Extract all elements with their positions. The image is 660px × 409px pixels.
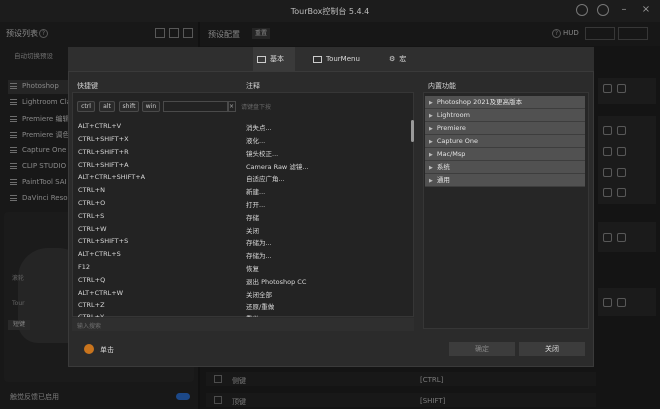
shortcut-row[interactable]: ALT+CTRL+W 关闭全部 bbox=[72, 287, 410, 300]
builtin-item-photoshop[interactable]: ▶ Photoshop 2021及更高版本 bbox=[425, 96, 585, 109]
shortcut-search-field[interactable] bbox=[72, 318, 414, 331]
menu-icon bbox=[313, 55, 322, 63]
minimize-button[interactable]: – bbox=[617, 3, 631, 17]
shortcut-list-scrollbar[interactable] bbox=[411, 120, 414, 142]
modifier-shift-button[interactable]: shift bbox=[119, 101, 139, 112]
close-button[interactable]: 关闭 bbox=[519, 342, 585, 356]
shortcut-row[interactable]: CTRL+Q 退出 Photoshop CC bbox=[72, 274, 410, 287]
builtin-item-capture-one[interactable]: ▶ Capture One bbox=[425, 135, 585, 148]
expand-arrow-icon: ▶ bbox=[429, 152, 433, 158]
shortcut-row[interactable]: F12 恢复 bbox=[72, 261, 410, 274]
modifier-alt-button[interactable]: alt bbox=[99, 101, 115, 112]
expand-arrow-icon: ▶ bbox=[429, 139, 433, 145]
column-header-shortcut: 快捷键 bbox=[77, 82, 98, 90]
column-header-note: 注释 bbox=[246, 82, 260, 90]
builtin-item-system[interactable]: ▶ 系统 bbox=[425, 161, 585, 174]
shortcut-row[interactable]: CTRL+Y重做 bbox=[72, 311, 410, 317]
settings-icon[interactable] bbox=[576, 4, 588, 16]
tab-tourmenu[interactable]: TourMenu bbox=[309, 47, 365, 72]
expand-arrow-icon: ▶ bbox=[429, 165, 433, 171]
expand-arrow-icon: ▶ bbox=[429, 126, 433, 132]
tab-macro[interactable]: ⚙ 宏 bbox=[385, 47, 415, 72]
key-capture-hint: 请键盘下按 bbox=[241, 104, 272, 111]
expand-arrow-icon: ▶ bbox=[429, 178, 433, 184]
shortcut-row[interactable]: CTRL+SHIFT+S 存储为... bbox=[72, 235, 410, 248]
clear-key-button[interactable]: × bbox=[227, 101, 236, 112]
close-window-button[interactable]: × bbox=[639, 3, 653, 17]
expand-arrow-icon: ▶ bbox=[429, 100, 433, 106]
shortcut-row[interactable]: CTRL+W 关闭 bbox=[72, 223, 410, 236]
shortcut-row[interactable]: ALT+CTRL+S 存储为... bbox=[72, 248, 410, 261]
keyboard-icon bbox=[257, 55, 266, 63]
builtin-item-general[interactable]: ▶ 通用 bbox=[425, 174, 585, 187]
shortcut-row[interactable]: ALT+CTRL+SHIFT+A 自适应广角... bbox=[72, 171, 410, 184]
builtin-item-lightroom[interactable]: ▶ Lightroom bbox=[425, 109, 585, 122]
builtin-item-premiere[interactable]: ▶ Premiere bbox=[425, 122, 585, 135]
lightbulb-icon[interactable] bbox=[597, 4, 609, 16]
action-type-label: 单击 bbox=[100, 346, 114, 354]
shortcut-search-placeholder: 输入搜索 bbox=[77, 323, 102, 330]
shortcut-row[interactable]: CTRL+SHIFT+X 液化... bbox=[72, 133, 410, 146]
shortcut-row[interactable]: CTRL+O 打开... bbox=[72, 197, 410, 210]
shortcut-row[interactable]: ALT+CTRL+V 消失点... bbox=[72, 120, 410, 133]
column-header-builtin: 内置功能 bbox=[428, 82, 456, 90]
builtin-item-mac[interactable]: ▶ Mac/Msp bbox=[425, 148, 585, 161]
shortcut-row[interactable]: CTRL+SHIFT+R 镜头校正... bbox=[72, 146, 410, 159]
button-indicator-icon bbox=[84, 344, 94, 354]
gear-icon: ⚙ bbox=[389, 55, 396, 63]
modifier-ctrl-button[interactable]: ctrl bbox=[77, 101, 95, 112]
tab-basic[interactable]: 基本 bbox=[253, 47, 295, 72]
shortcut-row[interactable]: CTRL+SHIFT+A Camera Raw 滤镜... bbox=[72, 159, 410, 172]
key-capture-input[interactable] bbox=[163, 101, 229, 112]
modifier-win-button[interactable]: win bbox=[142, 101, 160, 112]
ok-button[interactable]: 确定 bbox=[449, 342, 515, 356]
app-title: TourBox控制台 5.4.4 bbox=[290, 7, 370, 16]
shortcut-row[interactable]: CTRL+N 新建... bbox=[72, 184, 410, 197]
expand-arrow-icon: ▶ bbox=[429, 113, 433, 119]
shortcut-row[interactable]: CTRL+S 存储 bbox=[72, 210, 410, 223]
